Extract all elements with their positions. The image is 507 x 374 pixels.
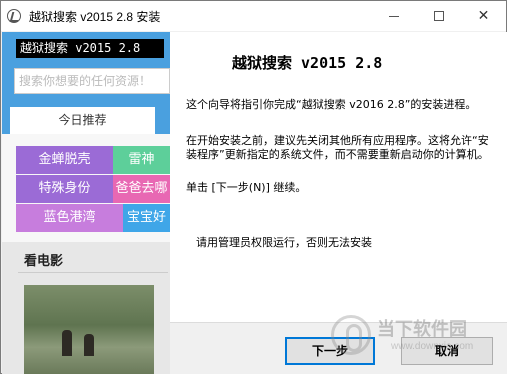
- page-title: 越狱搜索 v2015 2.8: [232, 54, 383, 72]
- cancel-button[interactable]: 取消: [401, 337, 493, 365]
- banner-tag: 金蝉脱壳: [16, 146, 113, 174]
- window-title: 越狱搜索 v2015 2.8 安装: [29, 10, 161, 24]
- close-icon: ✕: [477, 8, 490, 24]
- photo-figure: [84, 334, 94, 356]
- installer-banner-image: 越狱搜索 v2015 2.8 搜索你想要的任何资源！ 今日推荐 金蝉脱壳 雷神 …: [2, 32, 170, 374]
- banner-divider: [18, 272, 168, 273]
- continue-instruction: 单击 [下一步(N)] 继续。: [186, 181, 307, 194]
- close-button[interactable]: ✕: [461, 1, 506, 31]
- banner-tag: 雷神: [113, 146, 170, 174]
- welcome-pane: 越狱搜索 v2015 2.8 这个向导将指引你完成“越狱搜索 v2016 2.8…: [170, 32, 507, 322]
- banner-tag: 宝宝好: [123, 204, 170, 232]
- installer-window: 越狱搜索 v2015 2.8 安装 ✕ 越狱搜索 v2015 2.8 搜索你想要…: [0, 0, 507, 374]
- banner-logo: 越狱搜索 v2015 2.8: [16, 39, 164, 58]
- banner-tag: 爸爸去哪: [113, 175, 170, 203]
- minimize-icon: [388, 15, 399, 17]
- next-button[interactable]: 下一步: [285, 337, 375, 365]
- banner-movie-photo: [24, 285, 154, 374]
- banner-tag: 蓝色港湾: [16, 204, 123, 232]
- intro-text: 这个向导将指引你完成“越狱搜索 v2016 2.8”的安装进程。: [186, 98, 477, 111]
- close-apps-text: 在开始安装之前，建议先关闭其他所有应用程序。这将允许“安装程序”更新指定的系统文…: [186, 134, 489, 161]
- banner-section-title: 看电影: [24, 254, 64, 269]
- photo-figure: [62, 330, 72, 356]
- admin-warning: 请用管理员权限运行，否则无法安装: [196, 236, 372, 249]
- app-icon: [7, 9, 21, 23]
- maximize-icon: [433, 11, 444, 21]
- title-bar: 越狱搜索 v2015 2.8 安装 ✕: [1, 1, 506, 31]
- maximize-button[interactable]: [416, 1, 461, 31]
- minimize-button[interactable]: [371, 1, 416, 31]
- banner-tab-today: 今日推荐: [10, 107, 155, 134]
- banner-tag: 特殊身份: [16, 175, 113, 203]
- banner-search-box: 搜索你想要的任何资源！: [14, 68, 170, 94]
